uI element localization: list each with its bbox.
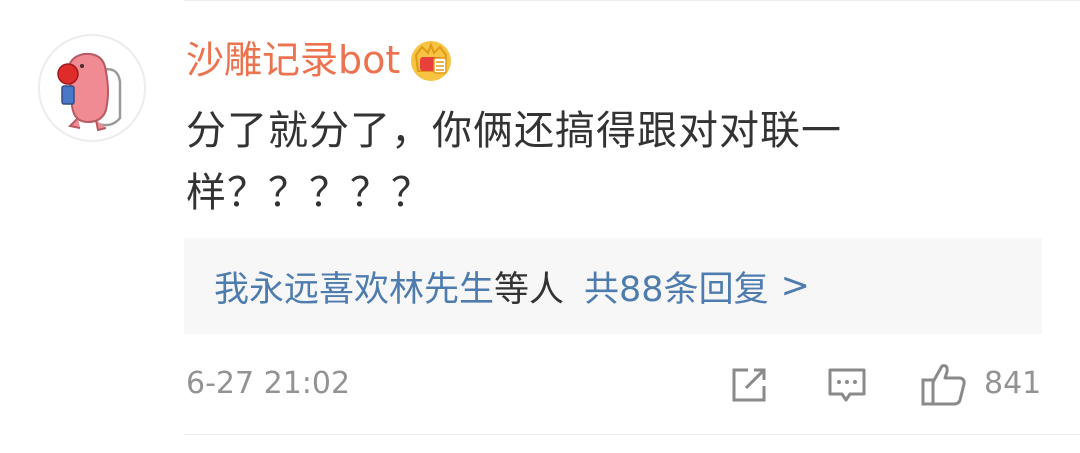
share-icon[interactable] [728, 364, 770, 406]
timestamp: 6-27 21:02 [186, 366, 351, 401]
comment-text: 分了就分了，你俩还搞得跟对对联一 样？？？？？ [186, 100, 946, 224]
comment-text-line-1: 分了就分了，你俩还搞得跟对对联一 [186, 108, 842, 154]
crown-vip-icon [411, 41, 452, 81]
replies-preview[interactable]: 我永远喜欢林先生 等人 共88条回复 > [184, 238, 1042, 334]
reply-users-suffix: 等人 [494, 269, 565, 310]
like-count: 841 [984, 366, 1042, 401]
avatar[interactable] [38, 34, 146, 142]
reply-count-link[interactable]: 共88条回复 [584, 261, 769, 312]
comment-icon[interactable] [826, 364, 868, 406]
cartoon-avatar-icon [57, 52, 122, 132]
username[interactable]: 沙雕记录bot [186, 34, 400, 86]
reply-users-link[interactable]: 我永远喜欢林先生 [214, 261, 494, 312]
comment-text-line-2: 样？？？？？ [186, 170, 432, 216]
username-row: 沙雕记录bot [186, 34, 454, 86]
top-divider [184, 0, 1080, 1]
thumbs-up-icon[interactable] [920, 360, 968, 408]
reply-arrow: > [780, 266, 810, 306]
comment-card: 沙雕记录bot 分了就分了，你俩还搞得跟对对联一 样？？？？？ 我永远喜欢林先生… [0, 0, 1080, 453]
bottom-divider [184, 434, 1080, 435]
